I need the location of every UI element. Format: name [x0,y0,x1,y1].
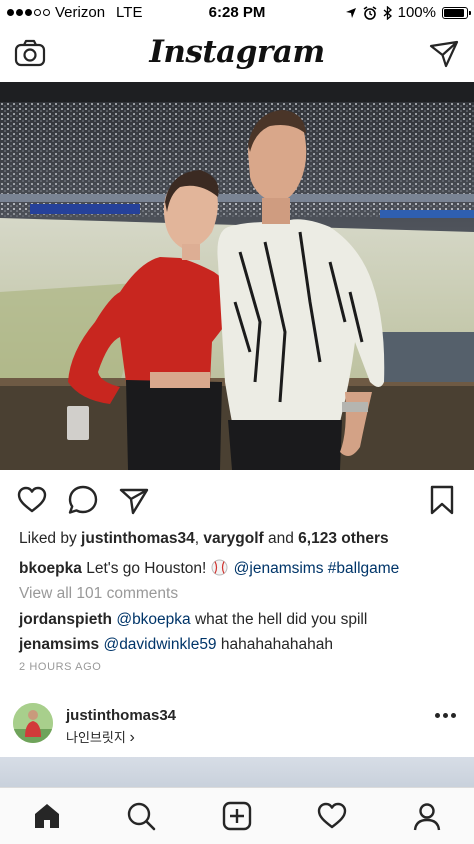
instagram-logo: Instagram [149,34,325,70]
post-photo[interactable] [0,82,474,470]
likes-and: and [263,530,299,547]
heart-icon[interactable] [316,800,348,832]
comment-username[interactable]: jenamsims [19,636,99,653]
post-timestamp: 2 HOURS AGO [19,661,102,673]
battery-icon [442,6,471,19]
caption-text: Let's go Houston! [81,560,211,577]
paper-plane-icon[interactable] [428,38,460,70]
bookmark-icon[interactable] [426,484,458,516]
share-icon[interactable] [118,484,150,516]
avatar[interactable] [13,703,53,743]
post-username[interactable]: justinthomas34 [66,707,176,724]
alarm-icon [363,5,377,20]
location-arrow-icon [345,7,356,18]
heart-icon[interactable] [16,484,48,516]
post-actions [0,478,474,522]
likes-line: Liked by justinthomas34, varygolf and 6,… [19,530,455,548]
more-options-icon[interactable] [435,713,456,718]
next-post-photo-preview [0,757,474,787]
comment-text: hahahahahahah [216,636,333,653]
caption: bkoepka Let's go Houston! @jenamsims #ba… [19,559,455,578]
profile-icon[interactable] [411,800,443,832]
view-all-comments-link[interactable]: View all 101 comments [19,585,455,603]
comment-username[interactable]: jordanspieth [19,611,112,628]
comment-text: what the hell did you spill [190,611,368,628]
liker-username[interactable]: justinthomas34 [81,530,195,547]
header: Instagram [0,26,474,83]
caption-hashtag[interactable]: #ballgame [328,560,400,577]
liker-username[interactable]: varygolf [203,530,263,547]
caption-mention[interactable]: @jenamsims [234,560,324,577]
search-icon[interactable] [125,800,157,832]
battery-fill [444,8,464,17]
likes-count[interactable]: 6,123 others [298,530,388,547]
status-bar: Verizon LTE 6:28 PM 100% [0,0,474,26]
next-post-header: justinthomas34 나인브릿지 › [0,695,474,755]
caption-username[interactable]: bkoepka [19,560,82,577]
comment-item: jordanspieth @bkoepka what the hell did … [19,611,455,629]
comment-item: jenamsims @davidwinkle59 hahahahahahah [19,636,455,654]
bluetooth-icon [383,5,392,20]
battery-percent: 100% [397,4,436,21]
likes-prefix: Liked by [19,530,82,547]
photo-couple-stadium [0,82,474,470]
comment-icon[interactable] [67,484,99,516]
chevron-right-icon: › [129,729,135,746]
comment-mention[interactable]: @davidwinkle59 [103,636,216,653]
location-label: 나인브릿지 [66,730,126,745]
tab-bar [0,787,474,844]
comment-mention[interactable]: @bkoepka [116,611,190,628]
add-icon[interactable] [221,800,253,832]
baseball-icon [211,559,228,576]
post-location[interactable]: 나인브릿지 › [66,727,135,747]
home-icon[interactable] [31,800,63,832]
status-right: 100% [345,4,471,21]
